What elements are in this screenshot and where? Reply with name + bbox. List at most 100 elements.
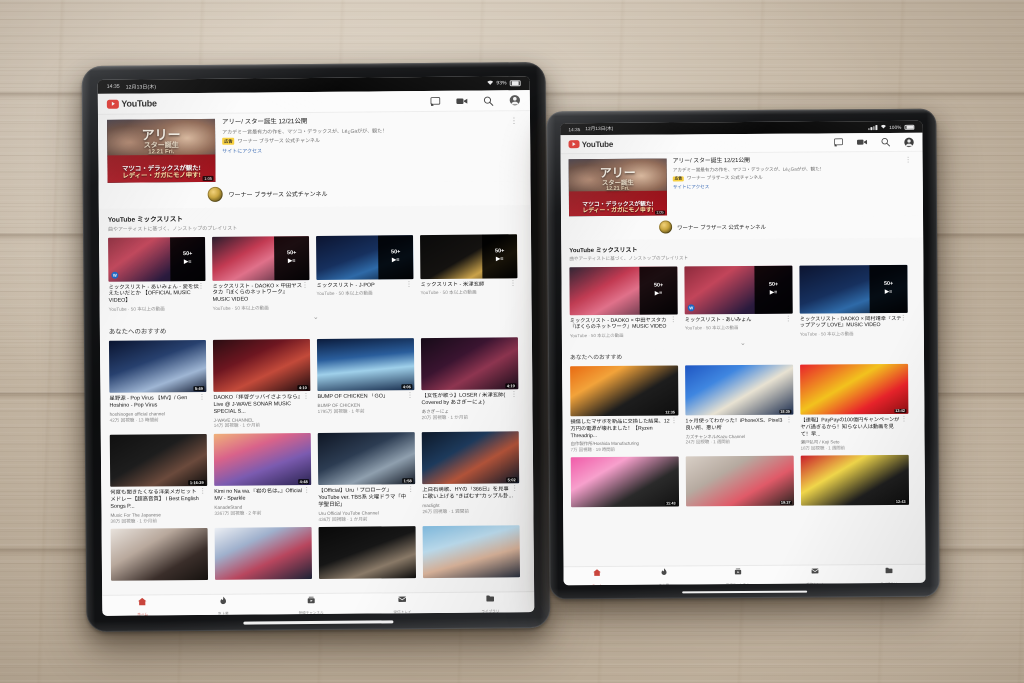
kebab-menu-icon[interactable]: ⋮ (406, 392, 413, 399)
kebab-menu-icon[interactable]: ⋮ (900, 416, 907, 423)
account-icon[interactable] (903, 136, 914, 147)
youtube-logo[interactable]: YouTube (106, 98, 157, 109)
video-thumbnail[interactable]: 11:43 (570, 456, 680, 508)
video-card[interactable]: 12:43 (800, 455, 910, 506)
tab-subscriptions[interactable]: 登録チャンネル (726, 563, 750, 585)
kebab-menu-icon[interactable]: ⋮ (509, 280, 516, 287)
kebab-menu-icon[interactable]: ⋮ (199, 488, 206, 495)
mix-card[interactable]: 50+ ▶≡ ミックスリスト - DAOKO × 岡村靖幸『ステップアップ LO… (799, 264, 908, 337)
tab-subscriptions[interactable]: 登録チャンネル (298, 592, 324, 616)
mix-meta: ミックスリスト - DAOKO × 岡村靖幸『ステップアップ LOVE』MUSI… (800, 314, 908, 337)
video-thumbnail[interactable]: 4:48 (213, 433, 312, 487)
tab-inbox[interactable]: 受信トレイ (806, 562, 823, 585)
search-icon[interactable] (483, 95, 494, 106)
youtube-logo[interactable]: YouTube (568, 139, 613, 149)
kebab-menu-icon[interactable]: ⋮ (905, 157, 912, 164)
video-card[interactable]: 5:02 上白石萌歌、HYの「366日」を見事に歌い上げる "きばむす"カップル… (421, 431, 520, 521)
video-thumbnail[interactable]: 12:43 (800, 455, 910, 506)
mix-card[interactable]: 50+ ▶≡ ミックスリスト - 米津玄師 YouTube · 50 本以上の動… (420, 233, 518, 310)
video-camera-icon[interactable] (856, 138, 868, 146)
tab-trending[interactable]: 急上昇 (659, 564, 669, 585)
kebab-menu-icon[interactable]: ⋮ (405, 281, 412, 288)
mix-thumbnail[interactable]: 50+ ▶≡ W (108, 236, 206, 282)
video-card[interactable]: 1:16:29 何度も聞きたくなる洋楽メガヒットメドレー【超高音質】 I Bes… (109, 434, 208, 524)
video-camera-icon[interactable] (456, 96, 468, 105)
search-icon[interactable] (880, 137, 891, 147)
left-tablet-screen: 14:35 12月13日(木) 93% YouTube アリー スター誕生 12… (97, 76, 535, 616)
video-thumbnail[interactable]: 4:06 (316, 338, 415, 391)
video-card[interactable]: 12:35 損傷したマザボを新品に交換した結果、12万円の電源が壊れました！【R… (570, 365, 679, 453)
mix-thumbnail[interactable]: 50+ ▶≡ (316, 234, 414, 280)
mix-card[interactable]: 50+ ▶≡ W ミックスリスト - あいみょん YouTube · 50 本以… (684, 265, 793, 338)
kebab-menu-icon[interactable]: ⋮ (302, 393, 309, 400)
video-card[interactable]: 4:06 BUMP OF CHICKEN 「GO」 BUMP OF CHICKE… (316, 338, 415, 428)
kebab-menu-icon[interactable]: ⋮ (510, 391, 517, 398)
mix-card[interactable]: 50+ ▶≡ W ミックスリスト - あいみょん - 愛を伝えたいだとか 【OF… (108, 236, 206, 312)
video-thumbnail[interactable]: 5:02 (421, 431, 520, 485)
kebab-menu-icon[interactable]: ⋮ (197, 282, 204, 289)
mix-thumbnail[interactable]: 50+ ▶≡ (799, 264, 908, 314)
ad-thumbnail[interactable]: アリー スター誕生 12.21 Fri. マツコ・デラックスが観た! レディー・… (107, 118, 216, 183)
video-card[interactable] (214, 527, 313, 581)
kebab-menu-icon[interactable]: ⋮ (511, 485, 518, 492)
video-thumbnail[interactable]: 1:58 (317, 432, 416, 486)
video-card[interactable] (110, 528, 209, 582)
video-card[interactable]: 1:58 【Official】Uru「プロローグ」YouTube ver. TB… (317, 432, 416, 522)
right-ad-channel-row[interactable]: ワーナー ブラザース 公式チャンネル (561, 215, 924, 241)
video-card[interactable] (318, 526, 417, 580)
tab-home[interactable]: ホーム (592, 564, 602, 585)
video-thumbnail[interactable] (422, 525, 521, 579)
video-card[interactable]: 11:43 (570, 456, 680, 508)
video-thumbnail[interactable]: 1:16:29 (109, 434, 208, 487)
kebab-menu-icon[interactable]: ⋮ (301, 282, 308, 289)
tab-trending[interactable]: 急上昇 (218, 593, 229, 616)
video-card[interactable]: 5:49 星野源 - Pop Virus 【MV】/ Gen Hoshino -… (108, 339, 207, 430)
video-thumbnail[interactable] (214, 527, 313, 581)
right-ad-block[interactable]: アリー スター誕生 12.21 Fri. マツコ・デラックスが観た! レディー・… (560, 151, 924, 219)
video-card[interactable]: 13:42 【速報】PayPayの100億円キャンペーンがヤバ過ぎるから！知らな… (800, 364, 909, 451)
tab-inbox[interactable]: 受信トレイ (393, 591, 412, 615)
ad-link[interactable]: サイトにアクセス (673, 182, 915, 190)
video-thumbnail[interactable]: 4:10 (212, 339, 311, 392)
kebab-menu-icon[interactable]: ⋮ (670, 418, 677, 425)
cast-icon[interactable] (833, 137, 843, 147)
kebab-menu-icon[interactable]: ⋮ (198, 394, 205, 401)
video-card[interactable]: 4:19 【女性が歌う】LOSER / 米津玄師( Covered by あさぎ… (420, 337, 519, 427)
mix-thumbnail[interactable]: 50+ ▶≡ (569, 265, 678, 315)
kebab-menu-icon[interactable]: ⋮ (670, 316, 677, 323)
video-thumbnail[interactable]: 18:35 (685, 364, 794, 416)
video-card[interactable]: 4:48 Kimi no Na wa.『君の名は。』Official MV - … (213, 433, 312, 523)
video-thumbnail[interactable]: 19:37 (685, 455, 795, 507)
video-card[interactable]: 19:37 (685, 455, 795, 507)
mix-card[interactable]: 50+ ▶≡ ミックスリスト - DAOKO × 中田ヤスタカ『ぼくらのネットワ… (569, 265, 678, 339)
kebab-menu-icon[interactable]: ⋮ (785, 417, 792, 424)
kebab-menu-icon[interactable]: ⋮ (303, 487, 310, 494)
mix-thumbnail[interactable]: 50+ ▶≡ W (684, 265, 793, 314)
kebab-menu-icon[interactable]: ⋮ (407, 486, 414, 493)
ad-poster-band-line2: レディー・ガガにモノ申す! (122, 172, 201, 180)
video-card[interactable]: 18:35 1ヶ月使ってわかった！iPhoneXS、Pixel3良い所、悪い所 … (685, 364, 794, 452)
kebab-menu-icon[interactable]: ⋮ (785, 315, 792, 322)
video-card[interactable] (422, 525, 521, 579)
left-ad-block[interactable]: アリー スター誕生 12.21 Fri. マツコ・デラックスが観た! レディー・… (97, 111, 531, 185)
video-thumbnail[interactable] (318, 526, 417, 580)
mix-thumbnail[interactable]: 50+ ▶≡ (420, 233, 518, 279)
video-thumbnail[interactable] (110, 528, 209, 582)
tab-library[interactable]: ライブラリ (481, 590, 499, 614)
ad-link[interactable]: サイトにアクセス (222, 145, 521, 154)
kebab-menu-icon[interactable]: ⋮ (900, 314, 907, 321)
tab-library[interactable]: ライブラリ (880, 562, 897, 585)
video-thumbnail[interactable]: 13:42 (800, 364, 909, 415)
video-thumbnail[interactable]: 4:19 (420, 337, 519, 391)
cast-icon[interactable] (430, 95, 441, 106)
video-thumbnail[interactable]: 5:49 (108, 339, 207, 393)
video-thumbnail[interactable]: 12:35 (570, 365, 679, 417)
mix-thumbnail[interactable]: 50+ ▶≡ (212, 235, 310, 281)
account-icon[interactable] (509, 94, 521, 106)
mix-card[interactable]: 50+ ▶≡ ミックスリスト - DAOKO × 中田ヤスタカ『ぼくらのネットワ… (212, 235, 310, 312)
mix-card[interactable]: 50+ ▶≡ ミックスリスト - J-POP YouTube · 50 本以上の… (316, 234, 414, 311)
tab-home[interactable]: ホーム (137, 593, 148, 616)
video-card[interactable]: 4:10 DAOKO『拝啓グッバイさようなら』Live @ J-WAVE SON… (212, 339, 311, 429)
kebab-menu-icon[interactable]: ⋮ (510, 116, 518, 125)
ad-thumbnail[interactable]: アリー スター誕生 12.21 Fri. マツコ・デラックスが観た! レディー・… (568, 158, 668, 217)
